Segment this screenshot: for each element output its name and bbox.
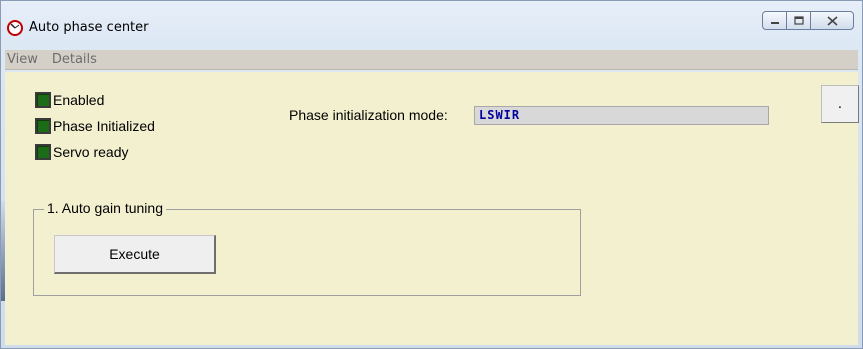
led-indicator-icon: [35, 118, 51, 134]
app-window: Auto phase center View Details Enabled P…: [0, 0, 863, 349]
status-phase-initialized-label: Phase Initialized: [53, 118, 155, 134]
minimize-icon: [770, 21, 779, 24]
close-button[interactable]: [810, 11, 854, 30]
maximize-button[interactable]: [786, 11, 811, 30]
status-servo-ready: Servo ready: [35, 144, 128, 160]
phase-mode-label: Phase initialization mode:: [289, 107, 448, 123]
menu-bar: View Details: [5, 50, 858, 70]
main-panel: Enabled Phase Initialized Servo ready Ph…: [5, 72, 859, 345]
menu-view[interactable]: View: [7, 52, 38, 67]
status-phase-initialized: Phase Initialized: [35, 118, 155, 134]
led-indicator-icon: [35, 144, 51, 160]
status-servo-ready-label: Servo ready: [53, 144, 129, 160]
gauge-icon: [7, 20, 23, 36]
auto-gain-tuning-title: 1. Auto gain tuning: [44, 200, 166, 216]
led-indicator-icon: [35, 92, 51, 108]
minimize-button[interactable]: [762, 11, 787, 30]
execute-button[interactable]: Execute: [54, 235, 216, 274]
title-bar[interactable]: Auto phase center: [1, 1, 862, 47]
caption-buttons: [762, 11, 854, 31]
window-edge: [1, 201, 5, 301]
maximize-icon: [793, 16, 804, 25]
close-icon: [826, 15, 838, 26]
menu-details[interactable]: Details: [52, 52, 97, 67]
status-enabled: Enabled: [35, 92, 104, 108]
status-enabled-label: Enabled: [53, 92, 105, 108]
window-title: Auto phase center: [29, 20, 149, 35]
auto-gain-tuning-group: 1. Auto gain tuning Execute: [33, 200, 581, 296]
dot-button[interactable]: .: [821, 85, 859, 123]
phase-mode-field: LSWIR: [474, 106, 769, 125]
